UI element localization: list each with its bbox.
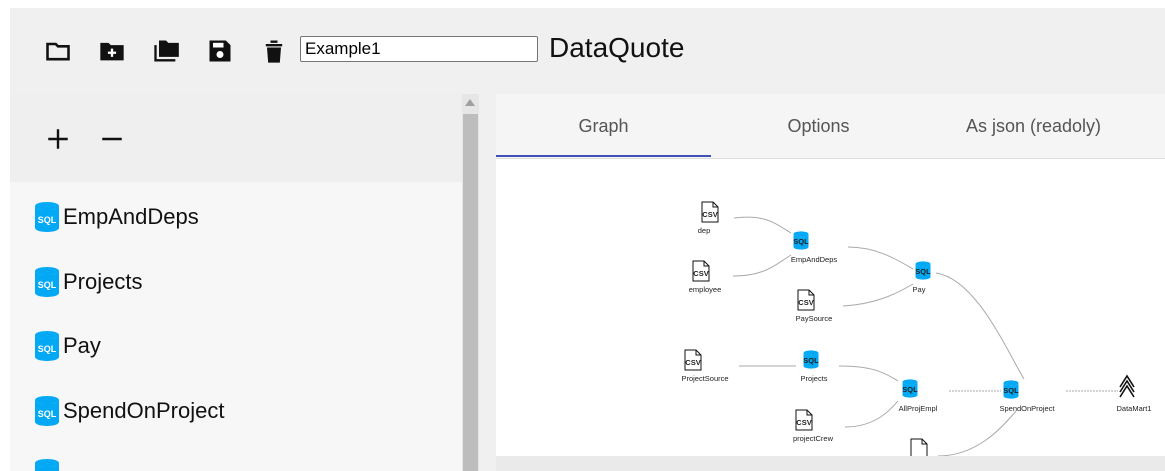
svg-text:SQL: SQL <box>793 237 809 246</box>
svg-text:SQL: SQL <box>902 385 918 394</box>
list-item-label: Projects <box>63 269 143 294</box>
plus-icon <box>48 129 68 149</box>
trash-icon <box>265 40 283 63</box>
scrollbar-thumb[interactable] <box>463 114 478 471</box>
svg-text:SpendOnProject: SpendOnProject <box>999 404 1055 413</box>
svg-text:EmpAndDeps: EmpAndDeps <box>791 255 838 264</box>
graph-node-allprojempl[interactable]: SQL AllProjEmpl <box>899 379 938 413</box>
tab-json[interactable]: As json (readoly) <box>926 94 1141 158</box>
svg-text:DataMart1: DataMart1 <box>1116 404 1151 413</box>
delete-button[interactable] <box>256 35 292 67</box>
add-button[interactable] <box>38 122 78 156</box>
tab-bar: Graph Options As json (readoly) <box>496 94 1165 159</box>
query-list: SQL EmpAndDeps SQL Projects SQL Pay SQL … <box>10 182 462 471</box>
left-panel-toolbar <box>10 94 462 182</box>
open-folder-button[interactable] <box>40 35 76 67</box>
graph-node-datamart1[interactable]: DataMart1 <box>1116 374 1152 413</box>
sql-database-icon <box>35 459 59 471</box>
graph-edges <box>732 216 1118 456</box>
active-tab-indicator <box>496 155 711 157</box>
svg-text:SQL: SQL <box>803 356 819 365</box>
tab-options[interactable]: Options <box>711 94 926 158</box>
graph-node-projectcrew[interactable]: CSV projectCrew <box>793 409 834 443</box>
svg-text:SQL: SQL <box>38 344 57 354</box>
folder-add-icon <box>100 42 124 61</box>
vertical-scrollbar[interactable] <box>462 94 479 471</box>
sql-database-icon: SQL <box>35 331 59 361</box>
save-icon <box>209 40 231 62</box>
svg-text:SQL: SQL <box>38 280 57 290</box>
svg-text:SQL: SQL <box>38 215 57 225</box>
sql-database-icon: SQL <box>35 202 59 232</box>
graph-canvas[interactable]: CSV dep CSV employee SQL EmpAndDeps CSV … <box>496 159 1165 456</box>
svg-text:CSV: CSV <box>702 210 717 219</box>
svg-text:Pay: Pay <box>913 285 926 294</box>
graph-node-paysource[interactable]: CSV PaySource <box>796 289 833 323</box>
svg-text:SQL: SQL <box>1003 386 1019 395</box>
remove-button[interactable] <box>92 122 132 156</box>
svg-text:CSV: CSV <box>796 418 811 427</box>
left-panel: SQL EmpAndDeps SQL Projects SQL Pay SQL … <box>10 94 462 471</box>
folder-open-icon <box>46 42 70 61</box>
graph-node-dep[interactable]: CSV dep <box>698 201 719 235</box>
list-item[interactable]: SQL SpendOnProject <box>34 393 224 429</box>
graph-node-empanddeps[interactable]: SQL EmpAndDeps <box>791 231 838 264</box>
app-title: DataQuote <box>549 32 685 63</box>
svg-text:projectCrew: projectCrew <box>793 434 834 443</box>
svg-text:CSV: CSV <box>685 358 700 367</box>
svg-text:CSV: CSV <box>798 298 813 307</box>
graph-node-projects[interactable]: SQL Projects <box>800 350 828 383</box>
list-item[interactable]: SQL Projects <box>34 264 142 300</box>
list-item-partial[interactable] <box>34 456 63 471</box>
list-item[interactable]: SQL EmpAndDeps <box>34 199 199 235</box>
project-name-input[interactable] <box>300 36 538 62</box>
new-folder-button[interactable] <box>94 35 130 67</box>
svg-text:employee: employee <box>689 285 722 294</box>
tab-graph[interactable]: Graph <box>496 94 711 158</box>
graph-node-employee[interactable]: CSV employee <box>689 260 722 294</box>
svg-text:PaySource: PaySource <box>796 314 833 323</box>
scroll-up-arrow-icon[interactable] <box>465 99 475 106</box>
svg-text:SQL: SQL <box>915 267 931 276</box>
graph-node-partial[interactable] <box>910 438 928 456</box>
graph-node-spendonproject[interactable]: SQL SpendOnProject <box>999 380 1055 413</box>
svg-text:SQL: SQL <box>38 409 57 419</box>
copy-folders-button[interactable] <box>148 35 184 67</box>
svg-text:ProjectSource: ProjectSource <box>681 374 728 383</box>
csv-file-icon <box>910 438 928 456</box>
horizontal-scrollbar[interactable] <box>496 456 1165 471</box>
sql-database-icon: SQL <box>35 267 59 297</box>
sql-database-icon: SQL <box>35 396 59 426</box>
list-item-label: EmpAndDeps <box>63 204 199 229</box>
graph-node-pay[interactable]: SQL Pay <box>913 261 932 294</box>
minus-icon <box>102 137 122 141</box>
folders-copy-icon <box>154 40 179 62</box>
svg-text:Projects: Projects <box>800 374 827 383</box>
list-item-label: SpendOnProject <box>63 398 225 423</box>
toolbar: DataQuote <box>10 8 1165 94</box>
data-mart-icon <box>1119 374 1135 398</box>
svg-text:dep: dep <box>698 226 711 235</box>
svg-text:AllProjEmpl: AllProjEmpl <box>899 404 938 413</box>
save-button[interactable] <box>202 35 238 67</box>
list-item[interactable]: SQL Pay <box>34 328 101 364</box>
right-panel: Graph Options As json (readoly) CSV dep … <box>496 94 1165 471</box>
svg-text:CSV: CSV <box>693 269 708 278</box>
app-window: DataQuote SQL EmpAndDeps SQL <box>10 8 1165 471</box>
graph-node-projectsource[interactable]: CSV ProjectSource <box>681 349 729 383</box>
list-item-label: Pay <box>63 333 101 358</box>
